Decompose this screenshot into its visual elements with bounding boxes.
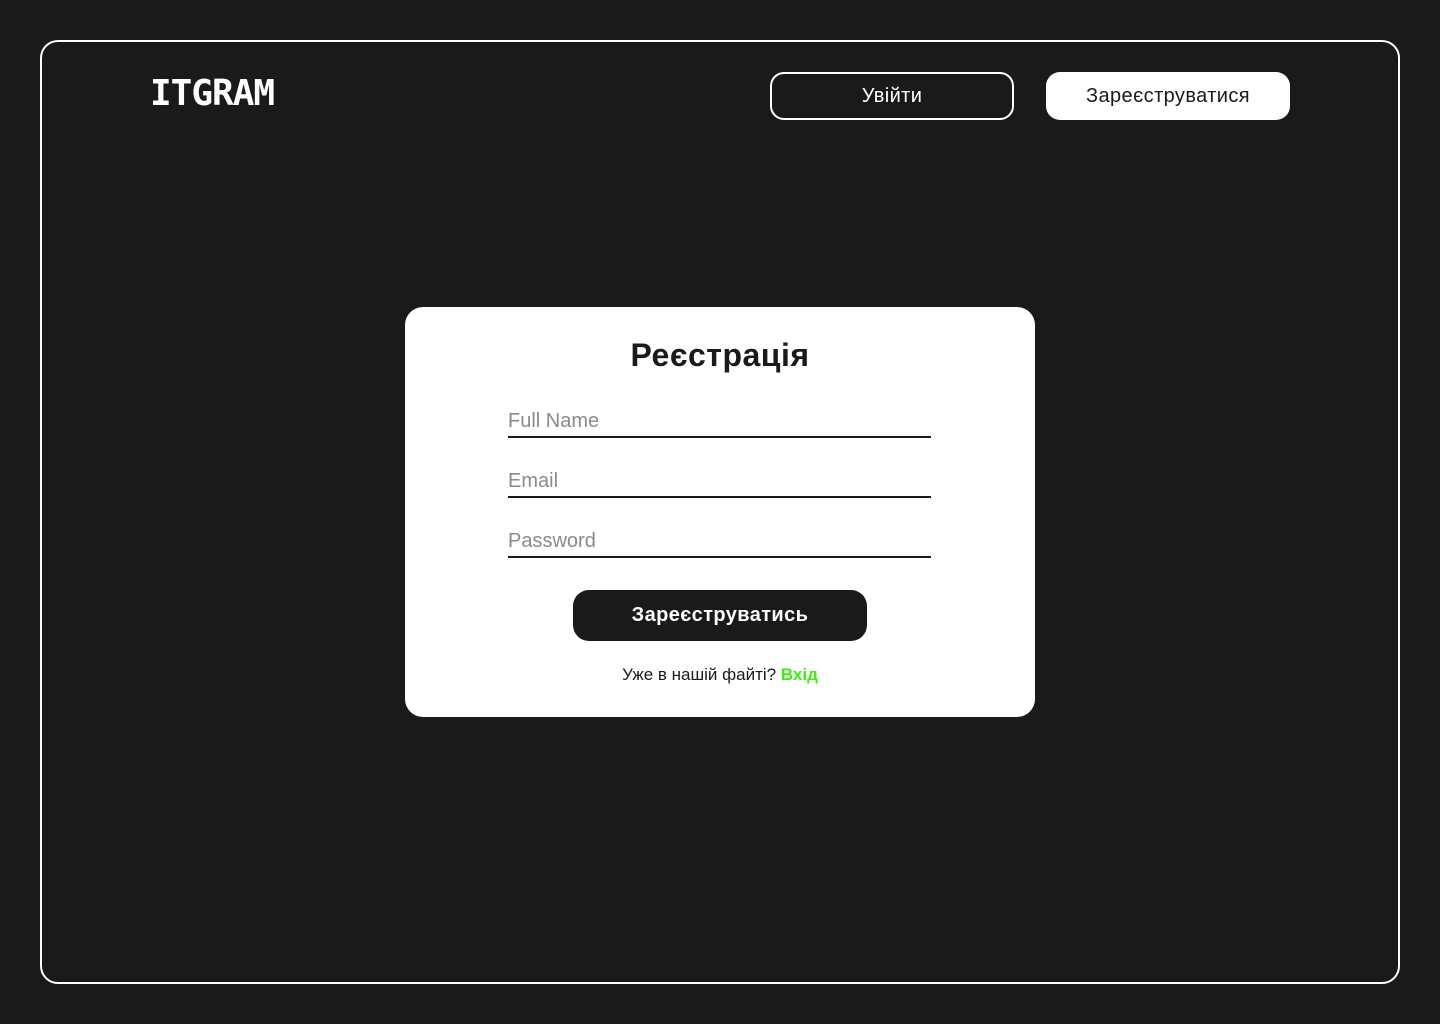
email-input[interactable] (508, 466, 931, 498)
login-button[interactable]: Увійти (770, 72, 1014, 120)
register-header-button[interactable]: Зареєструватися (1046, 72, 1290, 120)
signin-prompt-text: Уже в нашій файті? (622, 665, 777, 684)
full-name-input[interactable] (508, 406, 931, 438)
password-input[interactable] (508, 526, 931, 558)
submit-register-button[interactable]: Зареєструватись (573, 590, 867, 641)
signin-link[interactable]: Вхід (781, 665, 818, 684)
form-title: Реєстрація (630, 337, 810, 373)
registration-card: Реєстрація Зареєструватись Уже в нашій ф… (405, 307, 1035, 717)
logo[interactable]: ITGRAM (150, 74, 275, 114)
signin-prompt-line: Уже в нашій файті? Вхід (405, 665, 1035, 685)
